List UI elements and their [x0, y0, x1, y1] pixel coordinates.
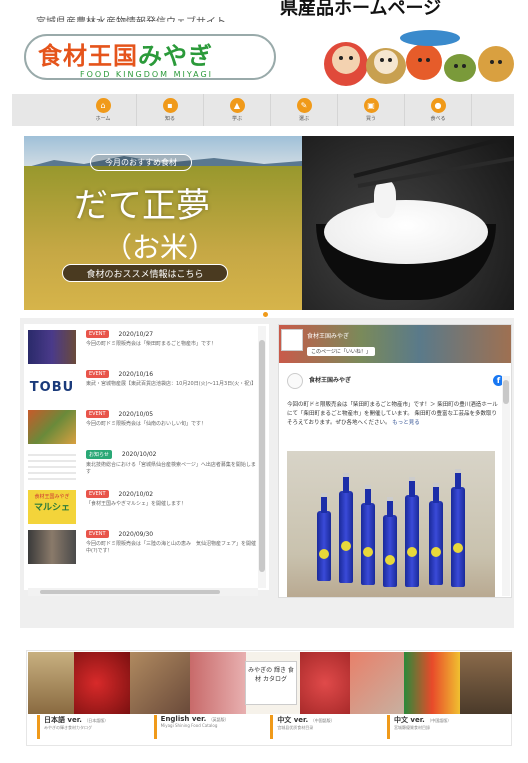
news-date: 2020/09/30 [118, 530, 154, 538]
tobu-logo: TOBU [29, 379, 75, 395]
news-date: 2020/10/27 [118, 330, 154, 338]
news-badge: EVENT [86, 410, 109, 418]
news-badge: EVENT [86, 330, 109, 338]
news-item[interactable]: EVENT 2020/09/30 今回の町ドミ限販売会は「三陸の海と山の恵み 気仙沼… [28, 530, 269, 564]
news-title: 「食材王国みやぎマルシェ」を開催します！ [86, 501, 187, 507]
fb-post-author[interactable]: 食材王国みやぎ [309, 375, 351, 384]
top-bar: 宮城県産農林水産物情報発信ウェブサイト 県産品ホームページ [0, 0, 528, 22]
news-item[interactable]: TOBU EVENT 2020/10/16 東武・宮城物産展【東武百貨店池袋店：10… [28, 370, 269, 404]
fb-like-button[interactable]: このページに「いいね！」 [307, 347, 375, 356]
news-badge: お知らせ [86, 450, 112, 459]
marche-thumb-line2: マルシェ [33, 503, 70, 513]
bottle-image [361, 485, 375, 585]
news-date: 2020/10/16 [118, 370, 154, 378]
home-icon: ⌂ [95, 98, 111, 113]
hero-rice [324, 200, 488, 264]
catalog-language-links: 日本語 ver. （日本語版） みやぎの輝き食材カタログ English ver.… [27, 715, 513, 745]
nav-item-learn[interactable]: ▲ 学ぶ [204, 94, 271, 126]
catalog-link-chinese-simplified[interactable]: 中文 ver. （中国語版） 宫城县优质食材目录 [270, 715, 386, 739]
marche-thumb-line1: 食材王国みやぎ [34, 494, 70, 500]
hero-title-sub: （お米） [104, 231, 217, 264]
cap-icon: ▲ [229, 98, 245, 113]
nav-item-eat[interactable]: ● 食べる [405, 94, 472, 126]
news-title: 東北技術総合における「宮城県仙台産検索ページ」へ出店者募集を開始します [86, 462, 256, 475]
news-thumbnail [28, 450, 76, 484]
news-thumbnail [28, 330, 76, 364]
fb-page-avatar[interactable] [281, 329, 303, 351]
news-thumbnail: 食材王国みやぎマルシェ [28, 490, 76, 524]
site-subtitle: 宮城県産農林水産物情報発信ウェブサイト [36, 13, 226, 22]
news-badge: EVENT [86, 370, 109, 378]
book-icon: ▪ [162, 98, 178, 113]
catalog-link-chinese-traditional[interactable]: 中文 ver. （中国語版） 宮城縣優質食材目錄 [386, 715, 503, 739]
fb-post-text: 今回の町ドミ限販売会は「柴田町まるごと物産市」です！＞ 柴田町の豊川酒造ホールに… [287, 402, 498, 426]
news-horizontal-scrollbar[interactable] [28, 588, 258, 596]
catalog-link-english[interactable]: English ver. （英語版） Miyagi Shining Food Ca… [153, 715, 270, 739]
site-logo[interactable]: 食材王国みやぎ FOOD KINGDOM MIYAGI [10, 30, 290, 88]
scrollbar-thumb[interactable] [259, 340, 265, 572]
mascot-illustration [324, 30, 514, 86]
slider-dot[interactable] [263, 312, 268, 317]
fb-post-header: 食材王国みやぎ f [287, 373, 507, 393]
hero-slider[interactable]: 今月のおすすめ食材 だて正夢 （お米） 食材のおススメ情報はこちら [24, 136, 514, 310]
news-item[interactable]: EVENT 2020/10/27 今回の町ドミ限販売会は「柴田町まるごと物産市」です… [28, 330, 269, 364]
fb-scrollbar[interactable] [502, 376, 510, 596]
logo-name: 食材王国みやぎ [38, 42, 213, 70]
news-thumbnail [28, 410, 76, 444]
catalog-banner[interactable]: みやぎの 輝き 食材 カタログ 日本語 ver. （日本語版） みやぎの輝き食材カ… [26, 650, 512, 746]
news-date: 2020/10/02 [121, 451, 157, 458]
hero-cta-button[interactable]: 食材のおススメ情報はこちら [62, 264, 228, 282]
catalog-link-japanese[interactable]: 日本語 ver. （日本語版） みやぎの輝き食材カタログ [37, 715, 153, 739]
news-item[interactable]: EVENT 2020/10/05 今回の町ドミ限販売会は「仙南のおいしい旬」です！ [28, 410, 269, 444]
bottle-image [451, 469, 465, 587]
hero-title: だて正夢 [74, 186, 210, 226]
cart-icon: ▣ [363, 98, 379, 113]
news-date: 2020/10/05 [118, 410, 154, 418]
news-list: EVENT 2020/10/27 今回の町ドミ限販売会は「柴田町まるごと物産市」です… [24, 324, 269, 590]
hero-tag: 今月のおすすめ食材 [90, 154, 192, 171]
news-badge: EVENT [86, 530, 109, 538]
bottle-image [339, 473, 353, 583]
scrollbar-thumb[interactable] [40, 590, 220, 594]
scrollbar-thumb[interactable] [503, 380, 509, 404]
fb-post-avatar[interactable] [287, 373, 303, 389]
bottle-image [405, 477, 419, 587]
fb-page-name[interactable]: 食材王国みやぎ [307, 331, 349, 340]
site-title-top: 県産品ホームページ [280, 0, 442, 19]
news-item[interactable]: お知らせ 2020/10/02 東北技術総合における「宮城県仙台産検索ページ」へ出店… [28, 450, 269, 484]
news-title: 今回の町ドミ限販売会は「仙南のおいしい旬」です！ [86, 421, 207, 427]
bottle-image [383, 497, 397, 587]
news-title: 今回の町ドミ限販売会は「三陸の海と山の恵み 気仙沼物産フェア」を開催中(?)です… [86, 541, 257, 554]
news-date: 2020/10/02 [118, 490, 154, 498]
news-title: 東武・宮城物産展【東武百貨店池袋店：10月20日(火)～11月3日(火・祝)】 [86, 381, 257, 387]
news-thumbnail: TOBU [28, 370, 76, 404]
bottle-image [317, 493, 331, 581]
main-nav: ⌂ ホーム ▪ 知る ▲ 学ぶ ✎ 選ぶ ▣ 買う ● 食べる [12, 94, 514, 126]
nav-item-choose[interactable]: ✎ 選ぶ [271, 94, 338, 126]
nav-item-home[interactable]: ⌂ ホーム [70, 94, 137, 126]
news-item[interactable]: 食材王国みやぎマルシェ EVENT 2020/10/02 「食材王国みやぎマルシェ」… [28, 490, 269, 524]
news-title: 今回の町ドミ限販売会は「柴田町まるごと物産市」です！ [86, 341, 217, 347]
leaf-icon: ✎ [296, 98, 312, 113]
facebook-widget: 食材王国みやぎ このページに「いいね！」 食材王国みやぎ f 今回の町ドミ限販売… [278, 324, 512, 598]
logo-english: FOOD KINGDOM MIYAGI [80, 70, 214, 79]
catalog-title: みやぎの 輝き 食材 カタログ [245, 661, 297, 705]
news-thumbnail [28, 530, 76, 564]
bottle-image [429, 483, 443, 585]
hero-rice-clump [374, 180, 396, 218]
news-badge: EVENT [86, 490, 109, 498]
nav-item-buy[interactable]: ▣ 買う [338, 94, 405, 126]
fb-post-photo[interactable] [287, 451, 495, 597]
bowl-icon: ● [430, 98, 446, 113]
nav-item-know[interactable]: ▪ 知る [137, 94, 204, 126]
fb-more-link[interactable]: もっと見る [392, 420, 420, 426]
news-scrollbar[interactable] [258, 326, 266, 588]
